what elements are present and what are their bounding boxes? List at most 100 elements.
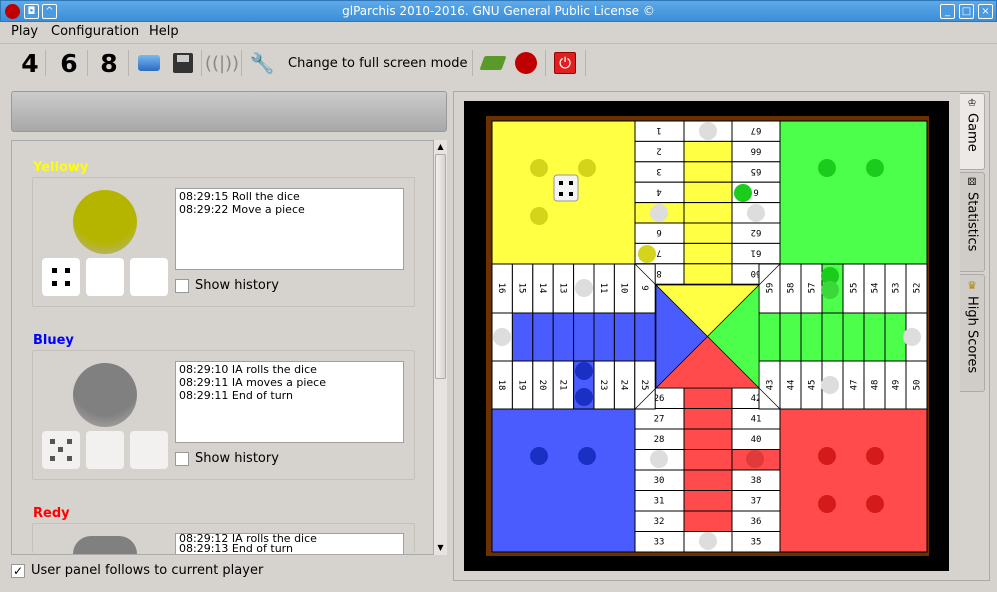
cell-number: 28 xyxy=(654,435,665,445)
red-piece xyxy=(866,495,884,513)
tab-high-scores[interactable]: ♛ High Scores xyxy=(960,274,985,392)
tab-game[interactable]: ♔ Game xyxy=(960,93,985,170)
board-die xyxy=(553,174,579,202)
event-log[interactable]: 08:29:12 IA rolls the dice 08:29:13 End o… xyxy=(175,533,404,554)
cell-number: 55 xyxy=(850,283,860,294)
yellow-piece xyxy=(638,245,656,263)
fullscreen-button[interactable]: Change to full screen mode xyxy=(288,48,467,78)
cell-number: 8 xyxy=(656,268,661,278)
player-name: Redy xyxy=(33,506,70,521)
show-history-box[interactable] xyxy=(175,451,189,466)
player-name: Yellowy xyxy=(33,160,89,175)
follow-label: User panel follows to current player xyxy=(31,563,264,578)
cell-number: 59 xyxy=(766,283,776,294)
track-cell xyxy=(758,312,781,362)
cell-number: 32 xyxy=(654,517,665,527)
toolbar: 4 6 8 ((|)) 🔧 Change to full screen mode… xyxy=(0,43,997,81)
show-history-checkbox[interactable]: Show history xyxy=(175,451,279,466)
tab-statistics[interactable]: ⚄ Statistics xyxy=(960,172,985,272)
menu-help[interactable]: Help xyxy=(149,24,179,39)
cell-number: 58 xyxy=(787,283,797,294)
die-pip xyxy=(569,192,573,196)
track-cell xyxy=(800,312,823,362)
safe-spot-marker xyxy=(699,532,717,550)
log-entry: 08:29:22 Move a piece xyxy=(179,203,305,216)
die[interactable] xyxy=(130,258,168,296)
player-card: 08:29:12 IA rolls the dice 08:29:13 End o… xyxy=(32,523,415,554)
sound-icon[interactable]: ((|)) xyxy=(205,48,239,78)
scrollbar-thumb[interactable] xyxy=(435,154,446,379)
event-log[interactable]: 08:29:10 IA rolls the dice 08:29:11 IA mo… xyxy=(175,361,404,443)
cell-number: 48 xyxy=(871,380,881,391)
dice-icon: ⚄ xyxy=(967,177,977,188)
green-piece xyxy=(818,159,836,177)
event-log[interactable]: 08:29:15 Roll the dice 08:29:22 Move a pi… xyxy=(175,188,404,270)
track-cell xyxy=(884,312,907,362)
safe-spot-marker xyxy=(747,204,765,222)
menu-play[interactable]: Play xyxy=(11,24,38,39)
cell-number: 49 xyxy=(892,380,902,391)
track-cell xyxy=(683,263,733,285)
track-cell xyxy=(593,312,615,362)
menu-configuration[interactable]: Configuration xyxy=(51,24,139,39)
six-players-button[interactable]: 6 xyxy=(56,48,82,78)
cell-number: 38 xyxy=(751,476,762,486)
die[interactable] xyxy=(130,431,168,469)
game-icon: ♔ xyxy=(967,98,977,109)
blue-piece xyxy=(578,447,596,465)
cell-number: 37 xyxy=(751,497,762,507)
track-cell xyxy=(683,387,733,409)
current-player-bar xyxy=(11,91,447,132)
show-history-label: Show history xyxy=(195,278,279,293)
minimize-button[interactable]: _ xyxy=(940,4,955,19)
eight-players-button[interactable]: 8 xyxy=(96,48,122,78)
safe-spot-marker xyxy=(575,279,593,297)
die[interactable] xyxy=(42,258,80,296)
die[interactable] xyxy=(86,258,124,296)
die-pip xyxy=(559,181,563,185)
settings-wrench-icon[interactable]: 🔧 xyxy=(248,48,276,78)
save-icon[interactable] xyxy=(170,48,196,78)
players-panel: Yellowy 08:29:15 Roll the dice 08:29:22 M… xyxy=(11,140,447,555)
show-history-box[interactable] xyxy=(175,278,189,293)
parchis-board[interactable]: 1 672 663 654 66 627 618 6026 4227 4128 4030 3831 37… xyxy=(454,92,991,582)
yellow-piece xyxy=(578,159,596,177)
die[interactable] xyxy=(86,431,124,469)
cell-number: 14 xyxy=(537,283,547,294)
scroll-up-arrow[interactable]: ▲ xyxy=(434,140,447,154)
cell-number: 33 xyxy=(654,538,665,548)
player-card: 08:29:15 Roll the dice 08:29:22 Move a pi… xyxy=(32,177,415,307)
cell-number: 16 xyxy=(496,283,506,294)
blue-piece xyxy=(575,388,593,406)
track-cell xyxy=(683,222,733,244)
close-button[interactable]: × xyxy=(978,4,993,19)
follow-checkbox-box[interactable]: ✓ xyxy=(11,563,25,578)
track-cell xyxy=(683,469,733,491)
track-cell xyxy=(779,312,802,362)
die-pip xyxy=(569,181,573,185)
show-history-checkbox[interactable]: Show history xyxy=(175,278,279,293)
log-entry: 08:29:11 End of turn xyxy=(179,389,293,402)
scroll-down-arrow[interactable]: ▼ xyxy=(434,541,447,555)
track-cell xyxy=(634,312,656,362)
cell-number: 45 xyxy=(808,380,818,391)
cell-number: 24 xyxy=(619,380,629,391)
blue-piece xyxy=(530,447,548,465)
help-book-icon[interactable] xyxy=(479,48,507,78)
follow-player-checkbox[interactable]: ✓ User panel follows to current player xyxy=(11,563,263,578)
safe-spot-marker xyxy=(493,328,511,346)
window-title: glParchis 2010-2016. GNU General Public … xyxy=(342,4,655,18)
cell-number: 53 xyxy=(892,283,902,294)
cell-number: 31 xyxy=(654,497,665,507)
vertical-scrollbar[interactable]: ▲ ▼ xyxy=(433,140,447,555)
maximize-button[interactable]: □ xyxy=(959,4,974,19)
record-icon[interactable] xyxy=(513,48,539,78)
open-icon[interactable] xyxy=(136,48,162,78)
track-cell xyxy=(683,181,733,204)
quit-icon[interactable]: ⏻ xyxy=(552,48,578,78)
die[interactable] xyxy=(42,431,80,469)
cell-number: 21 xyxy=(557,380,567,391)
track-cell xyxy=(613,312,636,362)
track-cell xyxy=(683,140,733,163)
four-players-button[interactable]: 4 xyxy=(18,48,42,78)
